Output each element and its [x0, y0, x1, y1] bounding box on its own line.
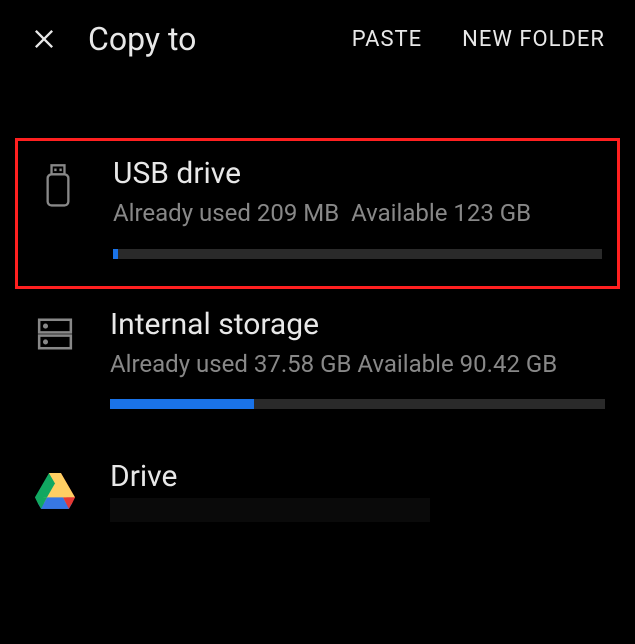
- paste-button[interactable]: PASTE: [352, 27, 422, 52]
- storage-content: Drive: [110, 459, 605, 522]
- drive-account-redacted: [110, 498, 430, 522]
- storage-info: Already used 209 MB Available 123 GB: [113, 197, 602, 231]
- available-text: Available 90.42 GB: [357, 350, 557, 378]
- storage-content: Internal storage Already used 37.58 GB A…: [110, 307, 605, 410]
- page-title: Copy to: [88, 20, 322, 58]
- storage-item-internal[interactable]: Internal storage Already used 37.58 GB A…: [0, 289, 635, 440]
- close-button[interactable]: [30, 25, 58, 53]
- storage-icon: [36, 315, 74, 353]
- storage-item-drive[interactable]: Drive: [0, 439, 635, 542]
- google-drive-icon: [35, 473, 75, 509]
- storage-title: USB drive: [113, 156, 602, 191]
- drive-title: Drive: [110, 459, 605, 494]
- storage-item-usb[interactable]: USB drive Already used 209 MB Available …: [15, 138, 620, 289]
- icon-wrapper: [30, 315, 80, 353]
- header-actions: PASTE NEW FOLDER: [352, 27, 605, 52]
- used-text: Already used 209 MB: [113, 199, 339, 227]
- progress-bar: [113, 249, 602, 259]
- progress-fill: [110, 399, 254, 409]
- available-text: Available 123 GB: [351, 199, 531, 227]
- storage-list: USB drive Already used 209 MB Available …: [0, 138, 635, 542]
- used-text: Already used 37.58 GB: [110, 350, 351, 378]
- storage-info: Already used 37.58 GB Available 90.42 GB: [110, 348, 605, 382]
- storage-title: Internal storage: [110, 307, 605, 342]
- storage-content: USB drive Already used 209 MB Available …: [113, 156, 602, 259]
- usb-icon: [42, 164, 74, 208]
- progress-fill: [113, 249, 118, 259]
- close-icon: [30, 25, 58, 53]
- progress-bar: [110, 399, 605, 409]
- icon-wrapper: [30, 473, 80, 509]
- icon-wrapper: [33, 164, 83, 208]
- new-folder-button[interactable]: NEW FOLDER: [462, 27, 605, 52]
- header: Copy to PASTE NEW FOLDER: [0, 0, 635, 78]
